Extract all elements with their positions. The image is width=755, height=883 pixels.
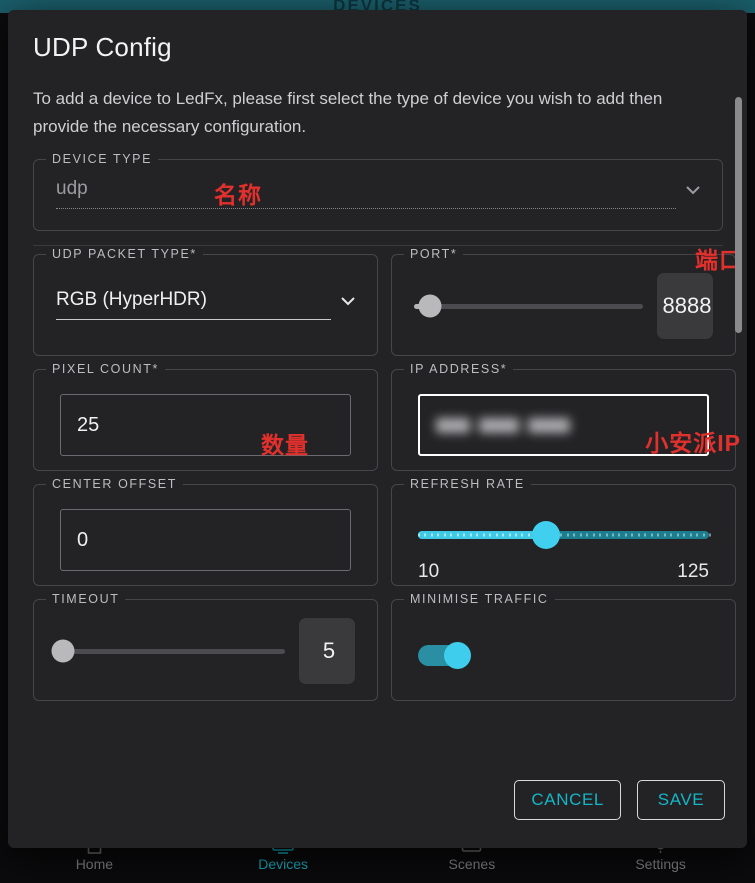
timeout-slider-track[interactable] bbox=[51, 639, 285, 663]
minimise-traffic-fieldset[interactable]: MINIMISE TRAFFIC bbox=[391, 592, 736, 701]
center-offset-fieldset[interactable]: CENTER OFFSET 0 bbox=[33, 477, 378, 586]
timeout-slider[interactable]: 5 bbox=[51, 618, 355, 684]
port-slider-thumb[interactable] bbox=[418, 294, 442, 318]
udp-packet-type-legend: UDP PACKET TYPE* bbox=[46, 247, 203, 261]
app-root: DEVICES Home Devices Scenes Settings UDP… bbox=[0, 0, 755, 883]
timeout-fieldset[interactable]: TIMEOUT 5 bbox=[33, 592, 378, 701]
center-offset-legend: CENTER OFFSET bbox=[46, 477, 183, 491]
ip-address-fieldset[interactable]: IP ADDRESS* 小安派IP bbox=[391, 362, 740, 471]
udp-packet-type-select[interactable]: RGB (HyperHDR) bbox=[56, 289, 355, 320]
ip-address-redacted-value bbox=[436, 417, 570, 433]
dialog-description: To add a device to LedFx, please first s… bbox=[33, 89, 663, 136]
nav-label-home: Home bbox=[75, 856, 114, 872]
refresh-rate-ticks bbox=[418, 533, 711, 537]
save-button[interactable]: SAVE bbox=[637, 780, 725, 820]
chevron-down-icon bbox=[341, 293, 355, 311]
port-slider[interactable]: 8888 bbox=[414, 273, 713, 339]
pixel-count-value: 25 bbox=[77, 413, 100, 436]
udp-packet-type-value: RGB (HyperHDR) bbox=[56, 289, 331, 320]
udp-config-dialog: UDP Config To add a device to LedFx, ple… bbox=[8, 10, 747, 848]
pixel-count-fieldset[interactable]: PIXEL COUNT* 25 数量 bbox=[33, 362, 378, 471]
section-divider bbox=[33, 245, 723, 246]
config-grid: UDP PACKET TYPE* RGB (HyperHDR) PORT* 88… bbox=[33, 247, 742, 701]
nav-label-scenes: Scenes bbox=[448, 856, 496, 872]
refresh-rate-fieldset[interactable]: REFRESH RATE 10 125 bbox=[391, 477, 736, 586]
ip-address-legend: IP ADDRESS* bbox=[404, 362, 514, 376]
refresh-rate-thumb[interactable] bbox=[532, 521, 561, 549]
port-fieldset[interactable]: PORT* 8888 端口 bbox=[391, 247, 742, 356]
device-type-select[interactable]: udp bbox=[56, 178, 700, 209]
timeout-slider-thumb[interactable] bbox=[51, 639, 75, 663]
port-value-box[interactable]: 8888 bbox=[657, 273, 713, 339]
dialog-scrollbar[interactable] bbox=[735, 12, 745, 846]
port-legend: PORT* bbox=[404, 247, 464, 261]
dialog-title: UDP Config bbox=[33, 32, 172, 62]
udp-packet-type-fieldset[interactable]: UDP PACKET TYPE* RGB (HyperHDR) bbox=[33, 247, 378, 356]
nav-label-settings: Settings bbox=[635, 856, 686, 872]
ip-address-input[interactable] bbox=[418, 394, 709, 456]
timeout-legend: TIMEOUT bbox=[46, 592, 126, 606]
port-value: 8888 bbox=[662, 293, 712, 318]
chevron-down-icon bbox=[686, 182, 700, 200]
refresh-rate-max-label: 125 bbox=[677, 561, 709, 582]
device-type-fieldset[interactable]: DEVICE TYPE udp 名称 bbox=[33, 152, 723, 231]
dialog-content: UDP Config To add a device to LedFx, ple… bbox=[8, 10, 747, 848]
dialog-actions: CANCEL SAVE bbox=[514, 780, 725, 820]
pixel-count-legend: PIXEL COUNT* bbox=[46, 362, 165, 376]
pixel-count-input[interactable]: 25 bbox=[60, 394, 351, 456]
refresh-rate-legend: REFRESH RATE bbox=[404, 477, 531, 491]
refresh-rate-min-label: 10 bbox=[418, 561, 440, 582]
toggle-knob[interactable] bbox=[444, 642, 471, 669]
cancel-button[interactable]: CANCEL bbox=[514, 780, 621, 820]
device-type-value: udp bbox=[56, 178, 676, 209]
nav-label-devices: Devices bbox=[258, 856, 309, 872]
dialog-scrollbar-thumb[interactable] bbox=[735, 97, 742, 333]
timeout-value: 5 bbox=[322, 638, 336, 663]
minimise-traffic-toggle[interactable] bbox=[418, 642, 480, 669]
center-offset-input[interactable]: 0 bbox=[60, 509, 351, 571]
center-offset-value: 0 bbox=[77, 528, 89, 551]
port-slider-track[interactable] bbox=[414, 294, 643, 318]
refresh-rate-slider[interactable] bbox=[418, 521, 711, 549]
refresh-rate-track[interactable] bbox=[418, 521, 711, 549]
refresh-rate-labels: 10 125 bbox=[418, 561, 709, 583]
timeout-value-box[interactable]: 5 bbox=[299, 618, 355, 684]
device-type-legend: DEVICE TYPE bbox=[46, 152, 159, 166]
minimise-traffic-legend: MINIMISE TRAFFIC bbox=[404, 592, 555, 606]
